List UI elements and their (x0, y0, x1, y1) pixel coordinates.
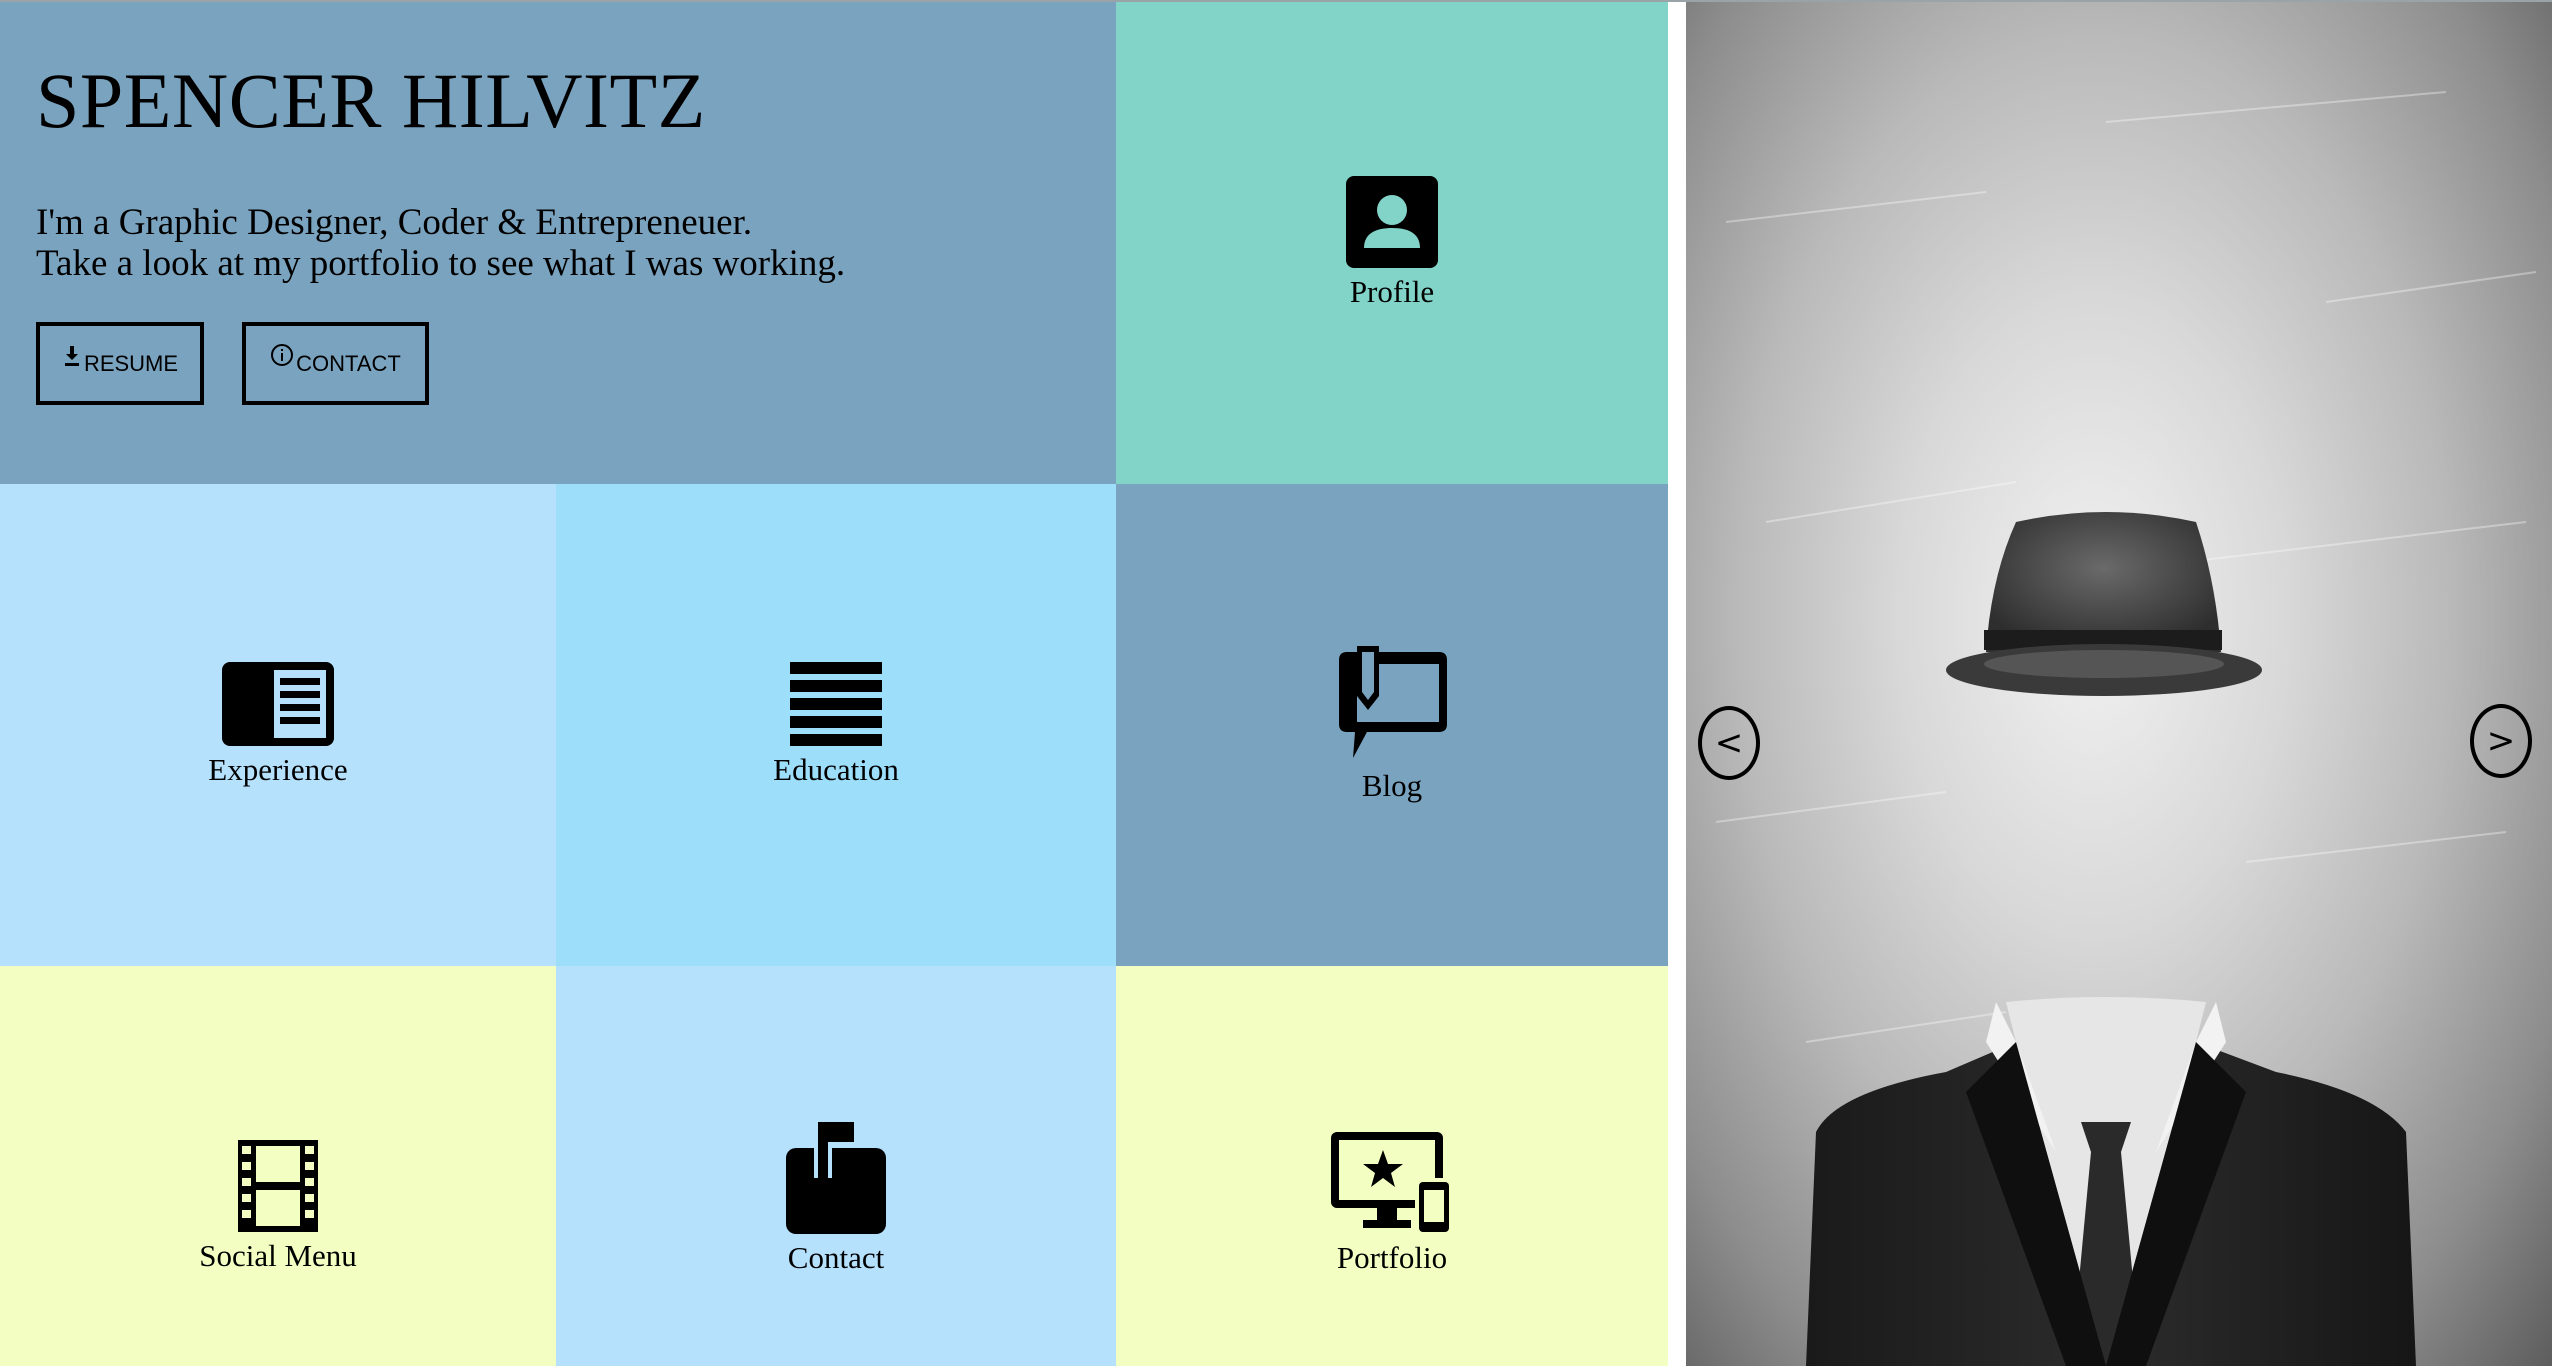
education-icon (790, 662, 882, 746)
chevron-left-icon: < (1714, 723, 1744, 763)
page-title: SPENCER HILVITZ (36, 57, 706, 144)
slide-image-invisible-man (1715, 91, 2537, 1366)
tile-education-label: Education (773, 752, 899, 787)
slider-next-button[interactable]: > (2470, 704, 2532, 778)
info-icon (270, 343, 294, 373)
tile-blog-label: Blog (1361, 768, 1423, 803)
tile-education[interactable]: Education (556, 484, 1116, 966)
tile-blog[interactable]: Blog (1116, 484, 1668, 966)
mailbox-icon (786, 1122, 886, 1234)
tagline: I'm a Graphic Designer, Coder & Entrepre… (36, 202, 1116, 284)
tile-contact-label: Contact (787, 1240, 885, 1275)
tagline-line-1: I'm a Graphic Designer, Coder & Entrepre… (36, 202, 753, 243)
image-slideshow: < > (1686, 2, 2552, 1366)
contact-button-label: CONTACT (296, 350, 401, 376)
film-icon (238, 1140, 318, 1232)
tile-experience-label: Experience (208, 752, 348, 787)
tile-profile-label: Profile (1349, 274, 1435, 309)
resume-button-label: RESUME (83, 350, 179, 376)
experience-icon (222, 662, 334, 746)
tile-profile[interactable]: Profile (1116, 2, 1668, 484)
tile-portfolio-label: Portfolio (1336, 1240, 1448, 1275)
hero-buttons: RESUME CONTACT (36, 322, 429, 405)
tile-social-menu[interactable]: Social Menu (0, 966, 556, 1366)
slider-prev-button[interactable]: < (1698, 706, 1760, 780)
chevron-right-icon: > (2486, 721, 2516, 761)
tagline-line-2: Take a look at my portfolio to see what … (36, 243, 846, 284)
download-icon (62, 344, 82, 372)
tile-portfolio[interactable]: Portfolio (1116, 966, 1668, 1366)
tile-social-menu-label: Social Menu (199, 1238, 357, 1273)
resume-button[interactable]: RESUME (36, 322, 204, 405)
contact-button[interactable]: CONTACT (242, 322, 429, 405)
tile-grid: SPENCER HILVITZ I'm a Graphic Designer, … (0, 2, 1668, 1366)
devices-icon (1331, 1132, 1453, 1234)
blog-icon (1339, 646, 1447, 758)
profile-icon (1346, 176, 1438, 268)
tile-experience[interactable]: Experience (0, 484, 556, 966)
hero-panel: SPENCER HILVITZ I'm a Graphic Designer, … (0, 2, 1116, 484)
tile-contact[interactable]: Contact (556, 966, 1116, 1366)
